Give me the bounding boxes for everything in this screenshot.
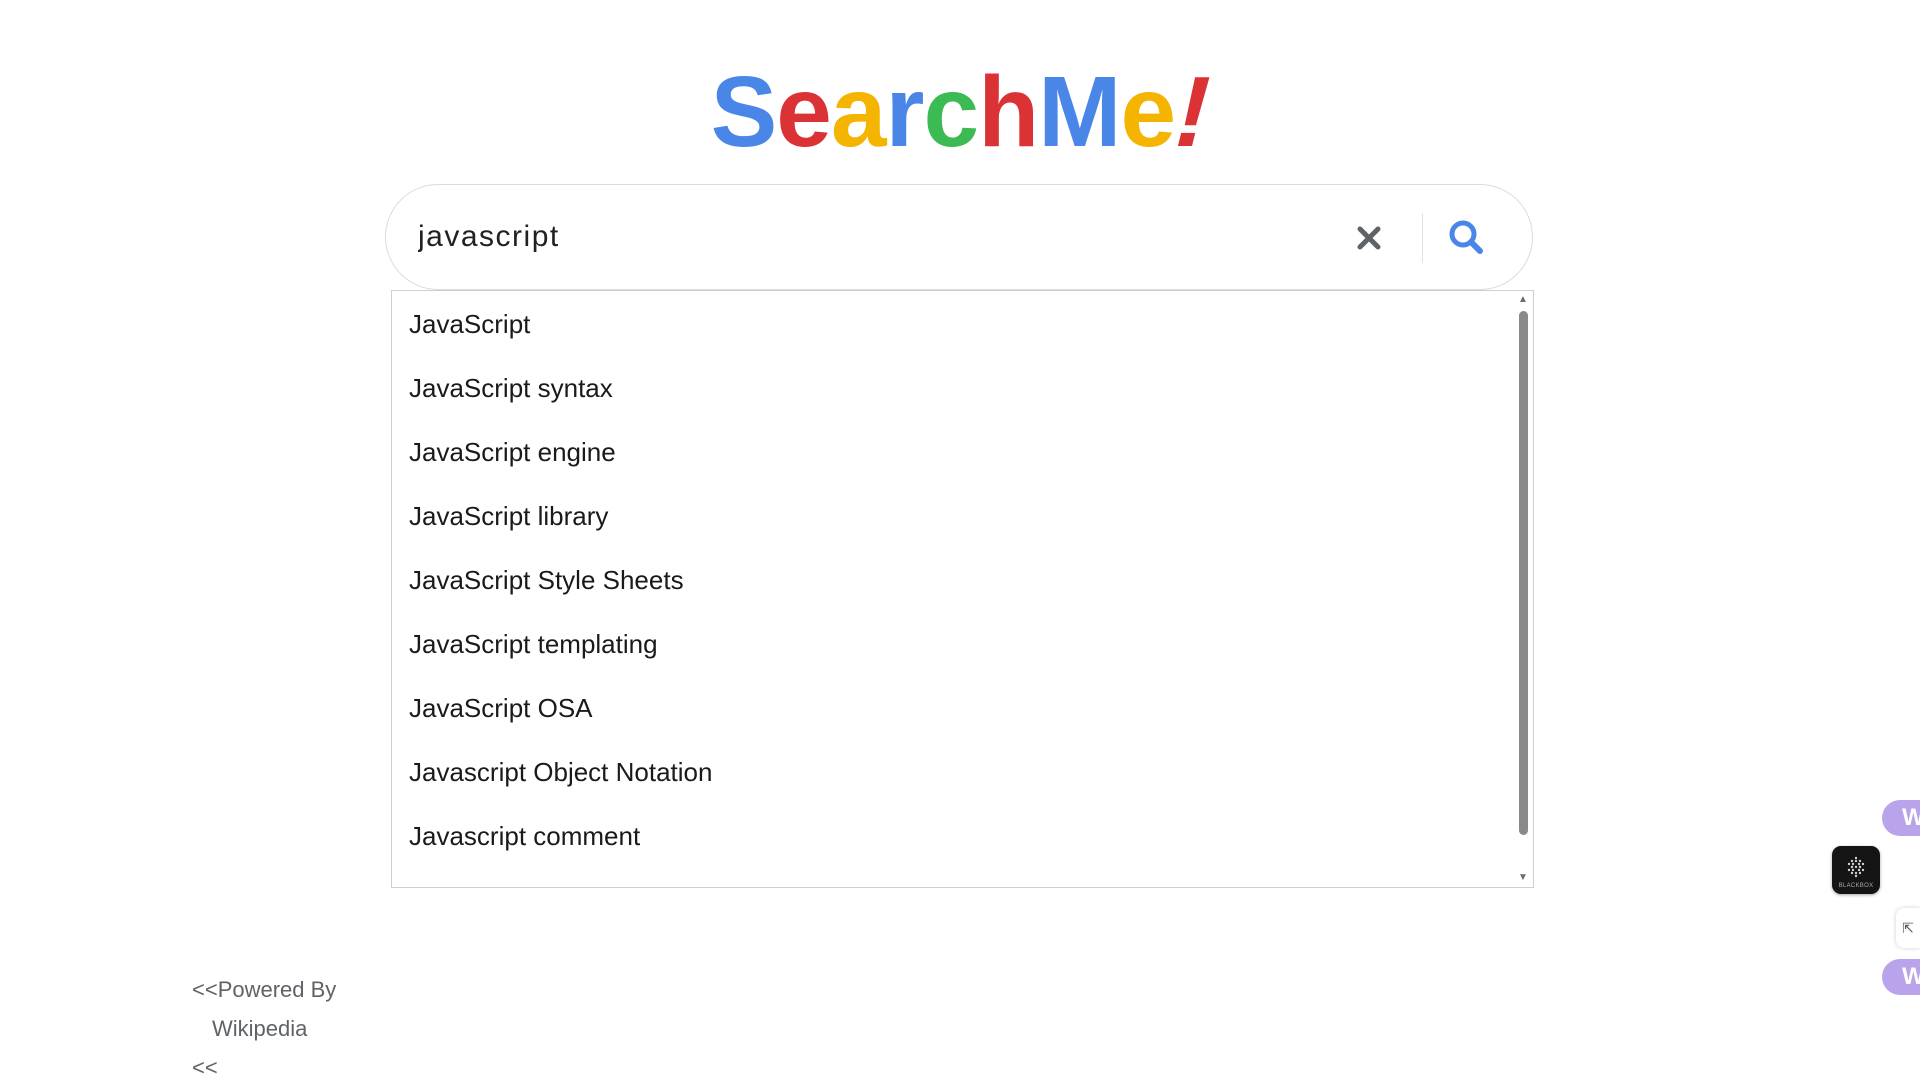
suggestion-item[interactable]: JavaScript templating [392,612,1514,676]
logo-letter: a [830,56,887,168]
powered-by-suffix: << [192,1055,218,1079]
logo-letter: M [1038,56,1121,168]
extension-w-widget[interactable]: W [1882,959,1920,995]
search-divider [1422,213,1423,263]
suggestion-item[interactable]: JavaScript syntax [392,356,1514,420]
logo-letter: e [776,56,832,168]
search-bar [385,184,1533,290]
extension-w-widget[interactable]: W [1882,800,1920,836]
suggestion-item[interactable]: JavaScript OSA [392,676,1514,740]
logo: SearchMe! [0,56,1920,168]
suggestion-item[interactable]: JavaScript engine [392,420,1514,484]
edge-tab-icon[interactable]: ⇱ [1896,908,1920,948]
suggestion-item[interactable]: JavaScript library [392,484,1514,548]
powered-by: <<Powered By Wikipedia << [192,970,336,1079]
logo-letter: S [710,56,778,168]
logo-letter: h [978,56,1039,168]
scroll-down-icon[interactable]: ▼ [1513,871,1533,885]
search-input[interactable] [418,209,1298,265]
scroll-thumb[interactable] [1519,311,1528,835]
clear-search-button[interactable] [1344,213,1394,263]
suggestion-item[interactable]: JavaScript [392,292,1514,356]
suggestion-item[interactable]: JavaScript Style Sheets [392,548,1514,612]
page: SearchMe! JavaScript JavaScript syntax J… [0,0,1920,1079]
suggestion-item[interactable]: Javascript Object Notation [392,740,1514,804]
logo-letter: c [923,56,979,168]
close-icon [1357,226,1381,250]
scroll-up-icon[interactable]: ▲ [1513,293,1533,307]
logo-letter: r [885,56,925,168]
blackbox-extension-button[interactable]: BLACKBOX [1832,846,1880,894]
blackbox-label: BLACKBOX [1838,883,1874,889]
suggestions-scrollbar[interactable]: ▲ ▼ [1513,291,1533,887]
suggestion-list: JavaScript JavaScript syntax JavaScript … [392,291,1514,868]
suggestions-dropdown: JavaScript JavaScript syntax JavaScript … [391,290,1534,888]
search-icon [1449,220,1483,254]
powered-by-label: <<Powered By [192,977,337,1002]
wikipedia-link[interactable]: Wikipedia [192,1009,336,1048]
search-button[interactable] [1438,209,1496,267]
logo-letter: e [1120,56,1176,168]
suggestion-item[interactable]: Javascript comment [392,804,1514,868]
